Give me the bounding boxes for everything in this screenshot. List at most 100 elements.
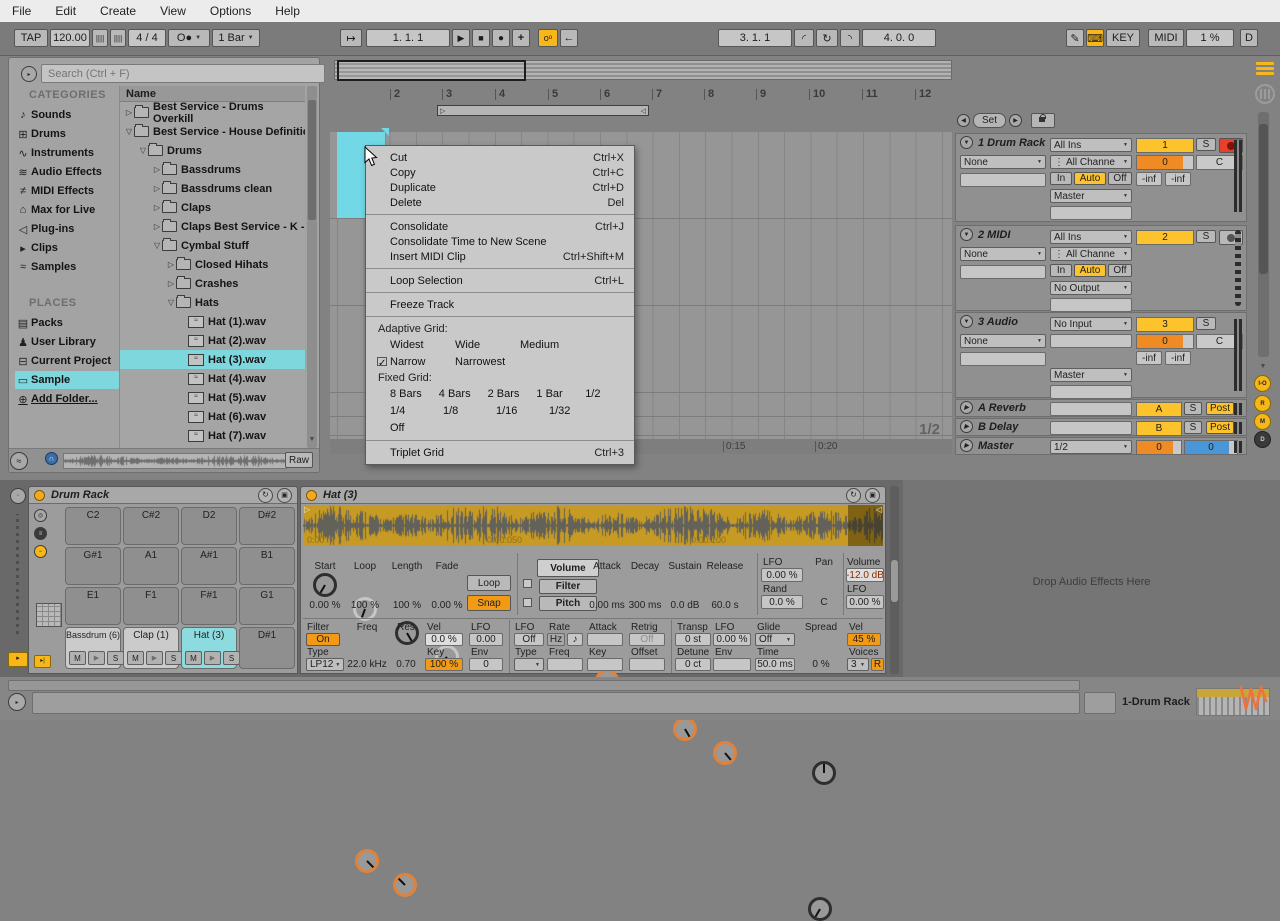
- drum-pad-bassdrum[interactable]: Bassdrum (6) M▶S: [65, 627, 121, 669]
- mixer-view-icon[interactable]: [1255, 84, 1275, 104]
- expand-arrow-icon[interactable]: ▽: [124, 127, 134, 136]
- monitor-off-button[interactable]: Off: [1108, 172, 1132, 185]
- menu-help[interactable]: Help: [263, 4, 312, 18]
- drum-pad[interactable]: C2: [65, 507, 121, 545]
- menu-item-2-bars[interactable]: 2 Bars: [488, 388, 537, 400]
- audio-from-select[interactable]: All Ins: [1050, 230, 1132, 244]
- expand-arrow-icon[interactable]: ▽: [138, 146, 148, 155]
- audio-effects-drop-area[interactable]: Drop Audio Effects Here: [903, 480, 1280, 677]
- vertical-scrollbar[interactable]: [1258, 112, 1269, 357]
- tree-item[interactable]: ▷Bassdrums clean: [120, 179, 305, 198]
- menu-view[interactable]: View: [148, 4, 198, 18]
- menu-item-1-8[interactable]: 1/8: [443, 405, 496, 417]
- filter-freq-knob[interactable]: [355, 849, 379, 873]
- send-badge[interactable]: B: [1136, 421, 1182, 436]
- chain-list-icon[interactable]: ≡: [34, 527, 47, 540]
- loop-length-field[interactable]: 4. 0. 0: [862, 29, 936, 47]
- spread-value[interactable]: 0 %: [801, 659, 841, 670]
- drum-pad[interactable]: C#2: [123, 507, 179, 545]
- lfo-offset-value[interactable]: [629, 658, 665, 671]
- mixer-section-toggle[interactable]: M: [1254, 413, 1271, 430]
- sidebar-item-samples[interactable]: ≈Samples: [15, 258, 119, 276]
- preview-waveform[interactable]: [63, 453, 287, 469]
- punch-in-button[interactable]: ◜: [794, 29, 814, 47]
- solo-button[interactable]: S: [1196, 317, 1216, 330]
- hot-swap-icon[interactable]: [258, 488, 273, 503]
- lfo2-off-select[interactable]: Off: [514, 633, 544, 646]
- track-header-drum-rack[interactable]: ▼1 Drum Rack None All Ins All Channe In …: [955, 133, 1247, 222]
- solo-button[interactable]: S: [1184, 421, 1202, 434]
- sidebar-item-midi-effects[interactable]: ≠MIDI Effects: [15, 182, 119, 200]
- length-value[interactable]: 100 %: [385, 600, 429, 611]
- sidebar-item-clips[interactable]: ▸Clips: [15, 239, 119, 257]
- sidebar-item-packs[interactable]: ▤Packs: [15, 314, 119, 332]
- tab-filter[interactable]: Filter: [539, 579, 597, 594]
- post-button[interactable]: Post: [1206, 421, 1234, 434]
- sidebar-item-sounds[interactable]: ♪Sounds: [15, 106, 119, 124]
- loop-value[interactable]: 100 %: [343, 600, 387, 611]
- retrigger-button[interactable]: R: [871, 658, 884, 671]
- midi-from-channel-box[interactable]: [960, 352, 1046, 366]
- expand-arrow-icon[interactable]: ▷: [166, 279, 176, 288]
- monitor-off-button[interactable]: Off: [1108, 264, 1132, 277]
- glide-time-value[interactable]: 50.0 ms: [755, 658, 795, 671]
- solo-button[interactable]: S: [1184, 402, 1202, 415]
- audio-to-select[interactable]: Master: [1050, 189, 1132, 203]
- loop-switch-button[interactable]: ↻: [816, 29, 838, 47]
- stop-button[interactable]: ■: [472, 29, 490, 47]
- channel-select[interactable]: All Channe: [1050, 247, 1132, 261]
- filter-vel-value[interactable]: 0.0 %: [425, 633, 463, 646]
- scrollbar-thumb[interactable]: [308, 100, 316, 220]
- pad-play-icon[interactable]: ▶: [204, 651, 221, 665]
- follow-button[interactable]: ↦: [340, 29, 362, 47]
- sidebar-item-user-library[interactable]: ♟User Library: [15, 333, 119, 351]
- track-header-midi[interactable]: ▼2 MIDI None All Ins All Channe In Auto …: [955, 225, 1247, 311]
- spread-knob[interactable]: [808, 897, 832, 921]
- headphone-preview-icon[interactable]: ∩: [45, 452, 58, 465]
- pad-play-icon[interactable]: ▶: [88, 651, 105, 665]
- rate-sync-button[interactable]: ♪: [567, 633, 583, 646]
- menu-item-insert-midi-clip[interactable]: Insert MIDI ClipCtrl+Shift+M: [366, 249, 634, 264]
- record-button[interactable]: ●: [492, 29, 510, 47]
- lfo-freq-value[interactable]: [547, 658, 583, 671]
- filter-freq-value[interactable]: 22.0 kHz: [345, 659, 389, 670]
- expand-arrow-icon[interactable]: ▷: [152, 203, 162, 212]
- loop-start-field[interactable]: 3. 1. 1: [718, 29, 792, 47]
- fold-track-icon[interactable]: ▶: [960, 401, 973, 414]
- pad-view-icon[interactable]: −: [34, 545, 47, 558]
- return-track-b[interactable]: ▶B Delay B S Post: [955, 418, 1247, 436]
- tree-item[interactable]: ▽Drums: [120, 141, 305, 160]
- hot-swap-icon[interactable]: [846, 488, 861, 503]
- pitch-env-value[interactable]: [713, 658, 751, 671]
- drum-pad[interactable]: D#1: [239, 627, 295, 669]
- device-title-bar[interactable]: Drum Rack: [29, 487, 297, 504]
- tree-item[interactable]: ▽Hats: [120, 293, 305, 312]
- menu-file[interactable]: File: [0, 4, 43, 18]
- start-knob[interactable]: [313, 573, 337, 597]
- tree-item[interactable]: ≈Hat (6).wav: [120, 407, 305, 426]
- tree-item[interactable]: ≈Hat (2).wav: [120, 331, 305, 350]
- track-number-badge[interactable]: 2: [1136, 230, 1194, 245]
- device-on-icon[interactable]: [306, 490, 317, 501]
- track-header-audio[interactable]: ▼3 Audio None No Input Master 3 S 0 C -i…: [955, 312, 1247, 398]
- pad-solo-button[interactable]: S: [223, 651, 240, 665]
- drum-pad[interactable]: D#2: [239, 507, 295, 545]
- pad-page-button[interactable]: ▸|: [34, 655, 51, 668]
- filter-env-value[interactable]: 0: [469, 658, 503, 671]
- pad-solo-button[interactable]: S: [107, 651, 124, 665]
- pan-knob[interactable]: [812, 761, 836, 785]
- fold-track-icon[interactable]: ▼: [960, 228, 973, 241]
- sustain-knob[interactable]: [673, 717, 697, 741]
- raw-button[interactable]: Raw: [285, 452, 313, 468]
- midi-from-select[interactable]: None: [960, 334, 1046, 348]
- tree-item[interactable]: ≈Hat (7).wav: [120, 426, 305, 445]
- master-track[interactable]: ▶Master 1/2 0 0: [955, 437, 1247, 455]
- device-on-icon[interactable]: [34, 490, 45, 501]
- send-badge[interactable]: A: [1136, 402, 1182, 417]
- menu-create[interactable]: Create: [88, 4, 148, 18]
- menu-item-narrow[interactable]: Narrow: [390, 356, 455, 368]
- volume-slider[interactable]: 0: [1136, 155, 1194, 170]
- back-to-arrangement-button[interactable]: ←: [560, 29, 578, 47]
- prev-locator-button[interactable]: ◀: [957, 114, 970, 127]
- menu-item-consolidate[interactable]: ConsolidateCtrl+J: [366, 219, 634, 234]
